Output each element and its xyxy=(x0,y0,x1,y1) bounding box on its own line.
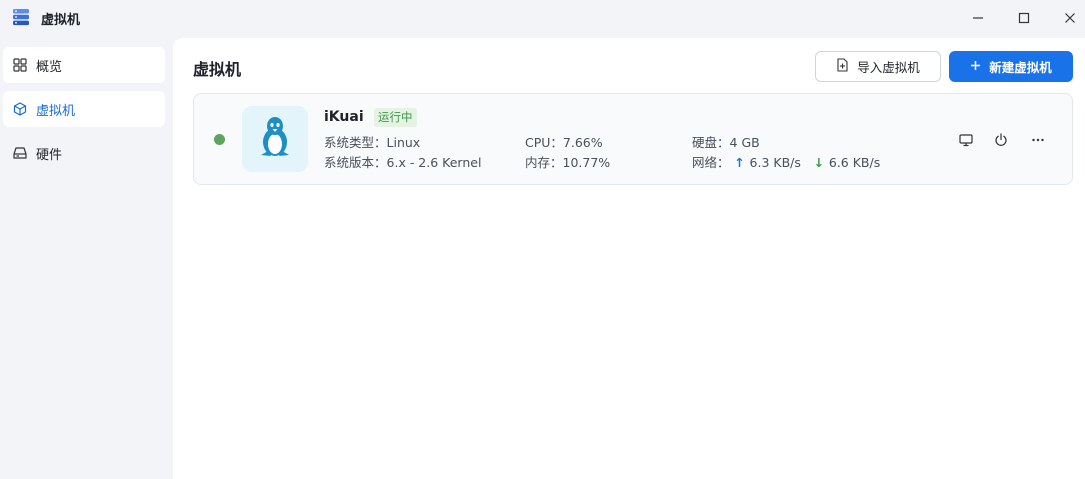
title-bar: 虚拟机 xyxy=(0,0,1085,38)
network-label: 网络： xyxy=(692,155,730,170)
net-up-value: 6.3 KB/s xyxy=(749,155,801,170)
import-vm-label: 导入虚拟机 xyxy=(857,60,920,75)
main-panel: 虚拟机 导入虚拟机 新建虚拟机 iKuai 运行中 系统类型：Linux 系统版… xyxy=(173,38,1085,479)
disk-label: 硬盘： xyxy=(692,135,730,150)
page-title: 虚拟机 xyxy=(193,60,242,79)
new-vm-label: 新建虚拟机 xyxy=(989,60,1052,75)
vm-os-version: 系统版本：6.x - 2.6 Kernel xyxy=(324,152,481,171)
linux-penguin-icon xyxy=(255,115,295,163)
sidebar-item-label: 概览 xyxy=(36,59,63,75)
memory-value: 10.77% xyxy=(562,155,611,170)
cpu-value: 7.66% xyxy=(562,135,603,150)
minimize-icon xyxy=(973,17,983,19)
memory-label: 内存： xyxy=(525,155,563,170)
arrow-down-icon: ↓ xyxy=(813,155,825,170)
window-title: 虚拟机 xyxy=(41,13,81,28)
server-stack-icon xyxy=(11,7,31,27)
net-down-value: 6.6 KB/s xyxy=(828,155,881,170)
sidebar-item-hardware[interactable]: 硬件 xyxy=(3,135,165,171)
vm-disk: 硬盘：4 GB xyxy=(692,132,760,151)
os-version-label: 系统版本： xyxy=(324,155,387,170)
os-type-value: Linux xyxy=(386,135,421,150)
disk-value: 4 GB xyxy=(729,135,760,150)
vm-name[interactable]: iKuai xyxy=(324,109,364,125)
arrow-up-icon: ↑ xyxy=(734,155,745,170)
cube-icon xyxy=(12,101,28,117)
new-vm-button[interactable]: 新建虚拟机 xyxy=(949,51,1073,82)
maximize-icon xyxy=(1018,12,1030,24)
power-button[interactable] xyxy=(989,128,1013,152)
status-badge: 运行中 xyxy=(374,108,417,127)
more-options-button[interactable] xyxy=(1026,128,1050,152)
sidebar-item-vms[interactable]: 虚拟机 xyxy=(3,91,165,127)
cpu-label: CPU： xyxy=(525,135,563,150)
os-version-value: 6.x - 2.6 Kernel xyxy=(386,155,482,170)
drive-icon xyxy=(12,145,28,161)
sidebar-item-label: 虚拟机 xyxy=(36,103,76,119)
monitor-icon xyxy=(959,134,973,147)
os-type-label: 系统类型： xyxy=(324,135,387,150)
sidebar-item-overview[interactable]: 概览 xyxy=(3,47,165,83)
file-import-icon xyxy=(836,58,849,75)
sidebar-item-label: 硬件 xyxy=(36,147,63,163)
close-icon xyxy=(1065,13,1075,23)
grid-icon xyxy=(12,57,28,73)
power-icon xyxy=(995,133,1007,146)
maximize-button[interactable] xyxy=(1001,0,1047,36)
sidebar: 概览 虚拟机 硬件 xyxy=(0,38,173,479)
import-vm-button[interactable]: 导入虚拟机 xyxy=(815,51,941,82)
os-tile xyxy=(242,106,308,172)
vm-network: 网络： ↑ 6.3 KB/s ↓ 6.6 KB/s xyxy=(692,152,880,171)
vm-os-type: 系统类型：Linux xyxy=(324,132,420,151)
console-button[interactable] xyxy=(954,128,978,152)
close-button[interactable] xyxy=(1047,0,1085,36)
vm-cpu: CPU：7.66% xyxy=(525,132,603,151)
running-status-dot xyxy=(214,134,225,145)
minimize-button[interactable] xyxy=(955,0,1001,36)
plus-icon xyxy=(970,59,981,74)
vm-card[interactable]: iKuai 运行中 系统类型：Linux 系统版本：6.x - 2.6 Kern… xyxy=(193,93,1073,185)
more-icon xyxy=(1032,138,1044,142)
vm-memory: 内存：10.77% xyxy=(525,152,610,171)
